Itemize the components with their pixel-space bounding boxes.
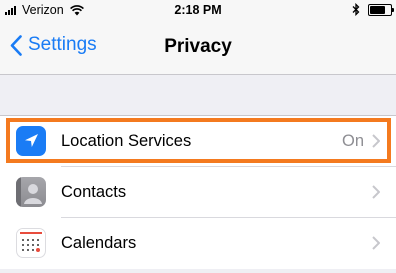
row-location-services[interactable]: Location Services On <box>0 116 396 167</box>
chevron-right-icon <box>372 236 380 250</box>
row-label: Contacts <box>61 183 127 201</box>
row-contacts[interactable]: Contacts <box>0 167 396 218</box>
location-arrow-icon <box>16 126 46 156</box>
bluetooth-icon <box>352 3 360 16</box>
page-title: Privacy <box>164 36 232 57</box>
row-value: On <box>341 132 364 150</box>
calendar-icon <box>16 228 46 258</box>
battery-icon <box>368 3 394 16</box>
contacts-icon <box>16 177 46 207</box>
chevron-right-icon <box>372 185 380 199</box>
status-right <box>352 3 394 16</box>
status-bar: Verizon 2:18 PM <box>0 0 396 22</box>
row-calendars[interactable]: Calendars <box>0 218 396 269</box>
row-label: Location Services <box>61 132 192 150</box>
navigation-bar: Settings Privacy <box>0 22 396 75</box>
privacy-list: Location Services On Contacts Calendars <box>0 115 396 269</box>
row-label: Calendars <box>61 234 137 252</box>
status-time: 2:18 PM <box>174 3 222 17</box>
battery-fill <box>370 5 385 14</box>
chevron-right-icon <box>372 134 380 148</box>
